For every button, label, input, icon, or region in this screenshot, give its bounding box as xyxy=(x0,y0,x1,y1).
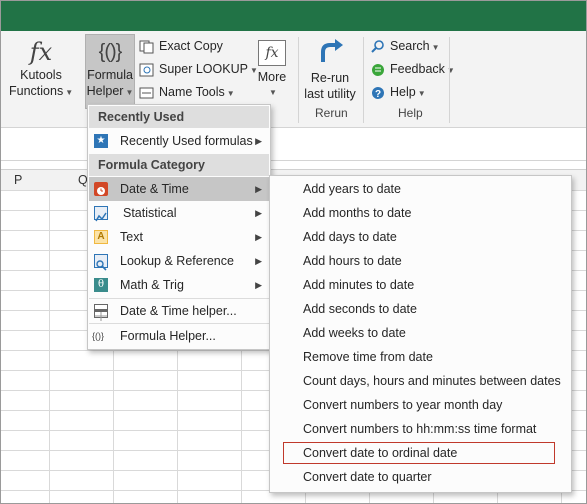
formula-helper-label-2-text: Helper xyxy=(86,84,124,98)
formula-helper-icon: {()} xyxy=(98,41,123,63)
rerun-label-1: Re-run xyxy=(310,71,350,85)
help-button[interactable]: ? Help ▼ xyxy=(370,82,426,102)
submenu-item[interactable]: Convert date to ordinal date xyxy=(282,441,556,465)
menu-item-label: Date & Time xyxy=(120,182,189,196)
menu-item-label: Math & Trig xyxy=(120,278,184,292)
formula-category-header: Formula Category xyxy=(89,154,269,176)
menu-item-lookup-reference[interactable]: Lookup & Reference ▶ xyxy=(89,249,269,273)
dropdown-caret-icon: ▼ xyxy=(65,88,74,97)
help-group-label: Help xyxy=(398,106,423,120)
submenu-arrow-icon: ▶ xyxy=(255,184,262,194)
dropdown-caret-icon: ▼ xyxy=(226,89,235,98)
formula-helper-icon: {()} xyxy=(92,331,105,341)
fx-icon: fx xyxy=(29,38,53,66)
submenu-item[interactable]: Add minutes to date xyxy=(271,273,570,297)
menu-item-text[interactable]: A Text ▶ xyxy=(89,225,269,249)
kutools-functions-button[interactable]: fx Kutools Functions ▼ xyxy=(9,37,73,107)
submenu-arrow-icon: ▶ xyxy=(255,280,262,290)
feedback-icon xyxy=(372,63,384,76)
dropdown-caret-icon: ▼ xyxy=(269,88,277,97)
submenu-item[interactable]: Add years to date xyxy=(271,177,570,201)
column-header-p[interactable]: P xyxy=(14,170,22,190)
ribbon-separator xyxy=(363,37,364,123)
menu-item-statistical[interactable]: Statistical ▶ xyxy=(89,201,269,225)
submenu-item[interactable]: Add days to date xyxy=(271,225,570,249)
text-icon: A xyxy=(94,230,108,244)
date-time-helper-item[interactable]: Date & Time helper... xyxy=(89,299,269,323)
search-icon xyxy=(371,39,384,53)
super-lookup-button[interactable]: Super LOOKUP ▼ xyxy=(139,59,258,79)
formula-helper-menu: Recently Used ★ Recently Used formulas ▶… xyxy=(87,104,271,350)
submenu-arrow-icon: ▶ xyxy=(255,208,262,218)
recently-used-formulas-item[interactable]: ★ Recently Used formulas ▶ xyxy=(89,129,269,153)
feedback-label: Feedback xyxy=(390,62,445,76)
name-tools-button[interactable]: Name Tools ▼ xyxy=(139,82,235,102)
search-label: Search xyxy=(390,39,430,53)
recently-used-header: Recently Used xyxy=(89,106,269,128)
submenu-arrow-icon: ▶ xyxy=(255,232,262,242)
date-time-submenu: Add years to date Add months to date Add d… xyxy=(269,175,572,493)
dropdown-caret-icon: ▼ xyxy=(125,88,134,97)
rerun-last-utility-button[interactable]: Re-run last utility xyxy=(301,37,359,103)
submenu-item[interactable]: Convert numbers to hh:mm:ss time format xyxy=(271,417,570,441)
submenu-item[interactable]: Remove time from date xyxy=(271,345,570,369)
menu-item-label: Statistical xyxy=(123,206,177,220)
statistical-icon xyxy=(94,206,108,222)
more-icon: fx xyxy=(258,40,286,66)
lookup-icon xyxy=(139,63,154,77)
calendar-icon xyxy=(94,304,108,321)
help-icon: ? xyxy=(372,86,384,100)
more-label: More xyxy=(257,70,287,84)
super-lookup-label: Super LOOKUP xyxy=(159,62,248,76)
name-tools-icon xyxy=(139,87,154,99)
submenu-item[interactable]: Add weeks to date xyxy=(271,321,570,345)
date-time-icon xyxy=(94,182,108,196)
star-icon: ★ xyxy=(94,134,108,148)
ribbon-separator xyxy=(449,37,450,123)
name-tools-label: Name Tools xyxy=(159,85,225,99)
submenu-item[interactable]: Convert numbers to year month day xyxy=(271,393,570,417)
menu-item-math-trig[interactable]: θ Math & Trig ▶ xyxy=(89,273,269,297)
ribbon-separator xyxy=(298,37,299,123)
submenu-arrow-icon: ▶ xyxy=(255,136,262,146)
formula-helper-label: Formula Helper... xyxy=(120,329,216,343)
submenu-item[interactable]: Add seconds to date xyxy=(271,297,570,321)
submenu-item[interactable]: Convert date to quarter xyxy=(271,465,570,489)
excel-window: fx Kutools Functions ▼ {()} Formula Helpe… xyxy=(0,0,587,504)
rerun-group-label: Rerun xyxy=(315,106,348,120)
menu-item-label: Text xyxy=(120,230,143,244)
kutools-functions-label-2-text: Functions xyxy=(9,84,64,98)
formula-helper-item[interactable]: {()} Formula Helper... xyxy=(89,324,269,348)
copy-icon xyxy=(139,40,154,54)
dropdown-caret-icon: ▼ xyxy=(417,89,426,98)
lookup-icon xyxy=(94,254,108,271)
feedback-button[interactable]: Feedback ▼ xyxy=(370,59,455,79)
date-time-helper-label: Date & Time helper... xyxy=(120,304,237,318)
formula-helper-button[interactable]: {()} Formula Helper ▼ xyxy=(85,34,135,109)
formula-helper-label-2: Helper ▼ xyxy=(86,83,134,101)
submenu-arrow-icon: ▶ xyxy=(255,256,262,266)
svg-text:?: ? xyxy=(375,89,381,100)
help-label: Help xyxy=(390,85,416,99)
title-bar xyxy=(1,1,586,31)
submenu-item[interactable]: Add hours to date xyxy=(271,249,570,273)
exact-copy-label: Exact Copy xyxy=(159,39,223,53)
menu-item-date-time[interactable]: Date & Time ▶ xyxy=(89,177,269,201)
menu-item-label: Lookup & Reference xyxy=(120,254,234,268)
formula-helper-label-1: Formula xyxy=(87,68,133,82)
rerun-arrow-icon xyxy=(321,39,343,62)
dropdown-caret-icon: ▼ xyxy=(431,43,440,52)
submenu-item[interactable]: Add months to date xyxy=(271,201,570,225)
kutools-functions-label-2: Functions ▼ xyxy=(9,83,73,101)
search-button[interactable]: Search ▼ xyxy=(370,36,440,56)
submenu-item[interactable]: Count days, hours and minutes between da… xyxy=(271,369,570,393)
rerun-label-2: last utility xyxy=(304,87,356,101)
exact-copy-button[interactable]: Exact Copy xyxy=(139,36,223,56)
more-button[interactable]: fx More ▼ xyxy=(253,37,291,107)
math-trig-icon: θ xyxy=(94,278,108,292)
kutools-functions-label-1: Kutools xyxy=(20,68,62,82)
recently-used-formulas-label: Recently Used formulas xyxy=(120,134,253,148)
